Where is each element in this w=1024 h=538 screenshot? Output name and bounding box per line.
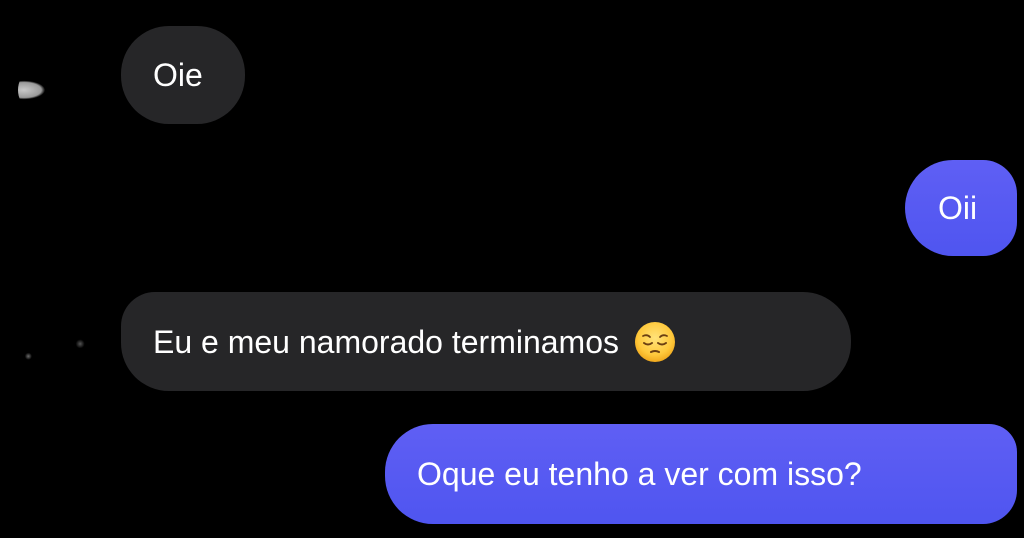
message-text: Oie [153,57,203,93]
message-text: Oque eu tenho a ver com isso? [417,456,862,492]
sender-avatar[interactable] [18,324,92,386]
chat-thread: Oie Oii Eu e meu namorado terminamos Oqu… [0,0,1024,538]
pensive-face-emoji-icon [635,321,675,362]
message-bubble-outgoing[interactable]: Oii [905,160,1017,256]
sender-avatar[interactable] [18,60,92,120]
message-text: Oii [938,190,978,226]
message-text: Eu e meu namorado terminamos [153,323,619,360]
message-bubble-incoming[interactable]: Eu e meu namorado terminamos [121,292,851,391]
message-bubble-outgoing[interactable]: Oque eu tenho a ver com isso? [385,424,1017,524]
message-bubble-incoming[interactable]: Oie [121,26,245,124]
